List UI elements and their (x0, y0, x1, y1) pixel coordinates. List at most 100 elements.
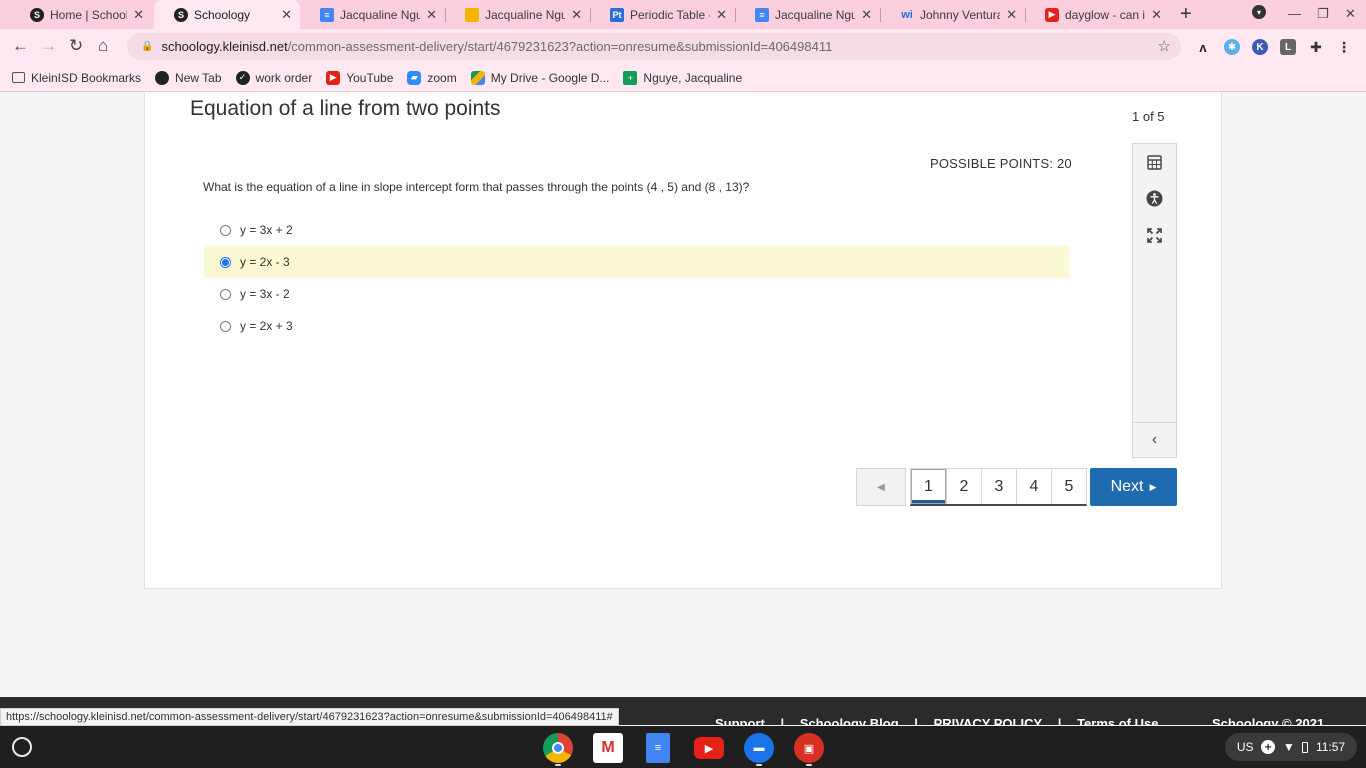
footer-divider: | (780, 716, 785, 725)
footer-link-blog[interactable]: Schoology Blog (800, 716, 899, 725)
previous-button[interactable]: ◀ (856, 468, 906, 506)
browser-tab[interactable]: Pt Periodic Table - P ✕ (590, 0, 735, 29)
back-icon[interactable]: ← (12, 36, 29, 56)
schoology-icon: S (30, 7, 44, 22)
new-tab-icon[interactable]: + (1180, 3, 1192, 26)
files-icon[interactable]: ▬ (744, 733, 774, 763)
bookmark-star-icon[interactable]: ☆ (1158, 37, 1171, 55)
close-window-icon[interactable]: ✕ (1345, 6, 1356, 22)
bookmark-item[interactable]: + Nguye, Jacqualine (623, 70, 743, 85)
bookmark-label: zoom (427, 70, 457, 85)
extension-icon[interactable]: L (1280, 39, 1296, 55)
bookmark-item[interactable]: ▶ YouTube (326, 70, 393, 85)
gallery-icon[interactable]: ▣ (794, 733, 824, 763)
browser-toolbar: ← → ↻ ⌂ 🔒 schoology.kleinisd.net/common-… (0, 29, 1366, 64)
footer-links: Support | Schoology Blog | PRIVACY POLIC… (715, 716, 1170, 725)
gmail-icon[interactable]: M (593, 733, 623, 763)
choice-label: y = 2x - 3 (240, 255, 290, 269)
youtube-icon[interactable]: ▶ (694, 737, 724, 759)
close-icon[interactable]: ✕ (861, 7, 872, 23)
page-number[interactable]: 5 (1051, 469, 1086, 504)
tab-title: Jacqualine Nguye (775, 7, 856, 22)
tab-title: Jacqualine Nguye (340, 7, 421, 22)
close-icon[interactable]: ✕ (1151, 7, 1162, 23)
extension-icon[interactable]: K (1252, 39, 1268, 55)
close-icon[interactable]: ✕ (571, 7, 582, 23)
answer-choice[interactable]: y = 2x + 3 (204, 310, 1069, 342)
page-number[interactable]: 4 (1016, 469, 1051, 504)
browser-tab-active[interactable]: S Schoology ✕ (154, 0, 300, 29)
footer-link-terms[interactable]: Terms of Use (1077, 716, 1158, 725)
close-icon[interactable]: ✕ (133, 7, 144, 23)
browser-tab[interactable]: ≡ Jacqualine Nguye ✕ (300, 0, 445, 29)
extension-icon[interactable]: ʌ (1195, 39, 1211, 55)
keyboard-locale: US (1236, 740, 1254, 754)
radio-button[interactable] (220, 224, 231, 236)
browser-tab[interactable]: wi Johnny Ventura - ✕ (880, 0, 1025, 29)
calculator-icon[interactable] (1133, 150, 1176, 174)
page-number[interactable]: 3 (981, 469, 1016, 504)
system-tray[interactable]: US + ▼ 11:57 (1225, 733, 1357, 761)
radio-button[interactable] (220, 320, 231, 332)
os-shelf: M ≡ ▶ ▬ ▣ US + ▼ 11:57 (0, 726, 1366, 768)
answer-choice[interactable]: y = 3x - 2 (204, 278, 1069, 310)
puzzle-icon[interactable]: ✚ (1308, 39, 1324, 55)
address-bar[interactable]: 🔒 schoology.kleinisd.net/common-assessme… (127, 33, 1181, 60)
chrome-icon[interactable] (543, 733, 573, 763)
browser-tab[interactable]: Jacqualine Nguye ✕ (445, 0, 590, 29)
running-indicator (756, 764, 762, 766)
footer-link-privacy[interactable]: PRIVACY POLICY (934, 716, 1043, 725)
google-docs-icon[interactable]: ≡ (646, 733, 670, 763)
close-icon[interactable]: ✕ (426, 7, 437, 23)
footer-link-support[interactable]: Support (715, 716, 765, 725)
browser-tab[interactable]: S Home | Schoology ✕ (10, 0, 152, 29)
play-icon: ▶ (1149, 481, 1157, 492)
question-text: What is the equation of a line in slope … (203, 180, 750, 194)
bookmark-item[interactable]: ✓ work order (235, 70, 313, 85)
page-number-current[interactable]: 1 (911, 469, 946, 504)
home-icon[interactable]: ⌂ (98, 36, 108, 56)
browser-tab[interactable]: ▶ dayglow - can i ca ✕ (1025, 0, 1170, 29)
close-icon[interactable]: ✕ (1006, 7, 1017, 23)
browser-tab[interactable]: ≡ Jacqualine Nguye ✕ (735, 0, 880, 29)
menu-icon[interactable]: ⋮ (1336, 39, 1352, 55)
reload-icon[interactable]: ↻ (69, 36, 83, 56)
footer-divider: | (914, 716, 918, 725)
next-button[interactable]: Next ▶ (1090, 468, 1177, 506)
fullscreen-icon[interactable] (1133, 223, 1176, 247)
footer-copyright: Schoology © 2021 (1212, 716, 1325, 725)
page-title: Equation of a line from two points (190, 97, 501, 120)
forward-icon[interactable]: → (40, 36, 57, 56)
bookmark-item[interactable]: ▰ zoom (407, 70, 457, 85)
minimize-icon[interactable]: — (1288, 6, 1301, 21)
bookmark-label: Nguye, Jacqualine (643, 70, 743, 85)
radio-button-selected[interactable] (220, 256, 231, 268)
extension-icon[interactable]: ✱ (1224, 39, 1240, 55)
wikipedia-icon: wi (901, 8, 913, 21)
bookmark-label: work order (255, 70, 313, 85)
choice-label: y = 3x + 2 (240, 223, 293, 237)
possible-points: POSSIBLE POINTS: 20 (930, 156, 1072, 171)
url-path: /common-assessment-delivery/start/467923… (287, 39, 833, 54)
launcher-icon[interactable] (12, 737, 32, 757)
restore-icon[interactable]: ❐ (1317, 6, 1329, 22)
bookmark-item[interactable]: KleinISD Bookmarks (12, 71, 141, 85)
bookmark-label: KleinISD Bookmarks (31, 70, 142, 85)
battery-icon (1302, 741, 1309, 753)
close-icon[interactable]: ✕ (716, 7, 727, 23)
answer-choice-selected[interactable]: y = 2x - 3 (204, 246, 1069, 278)
page-number[interactable]: 2 (946, 469, 981, 504)
radio-button[interactable] (220, 288, 231, 300)
chevron-left-icon[interactable]: ‹ (1133, 422, 1176, 457)
globe-icon (155, 70, 170, 85)
folder-icon (12, 72, 25, 83)
close-icon[interactable]: ✕ (281, 7, 292, 23)
answer-choice[interactable]: y = 3x + 2 (204, 214, 1069, 246)
bookmark-item[interactable]: New Tab (155, 70, 222, 85)
accessibility-icon[interactable] (1133, 186, 1176, 210)
bookmark-item[interactable]: My Drive - Google D... (470, 70, 609, 85)
periodic-table-icon: Pt (610, 7, 624, 22)
link-status-bar: https://schoology.kleinisd.net/common-as… (0, 708, 619, 726)
question-counter: 1 of 5 (1132, 109, 1165, 124)
tab-search-icon[interactable]: ▾ (1252, 5, 1266, 19)
